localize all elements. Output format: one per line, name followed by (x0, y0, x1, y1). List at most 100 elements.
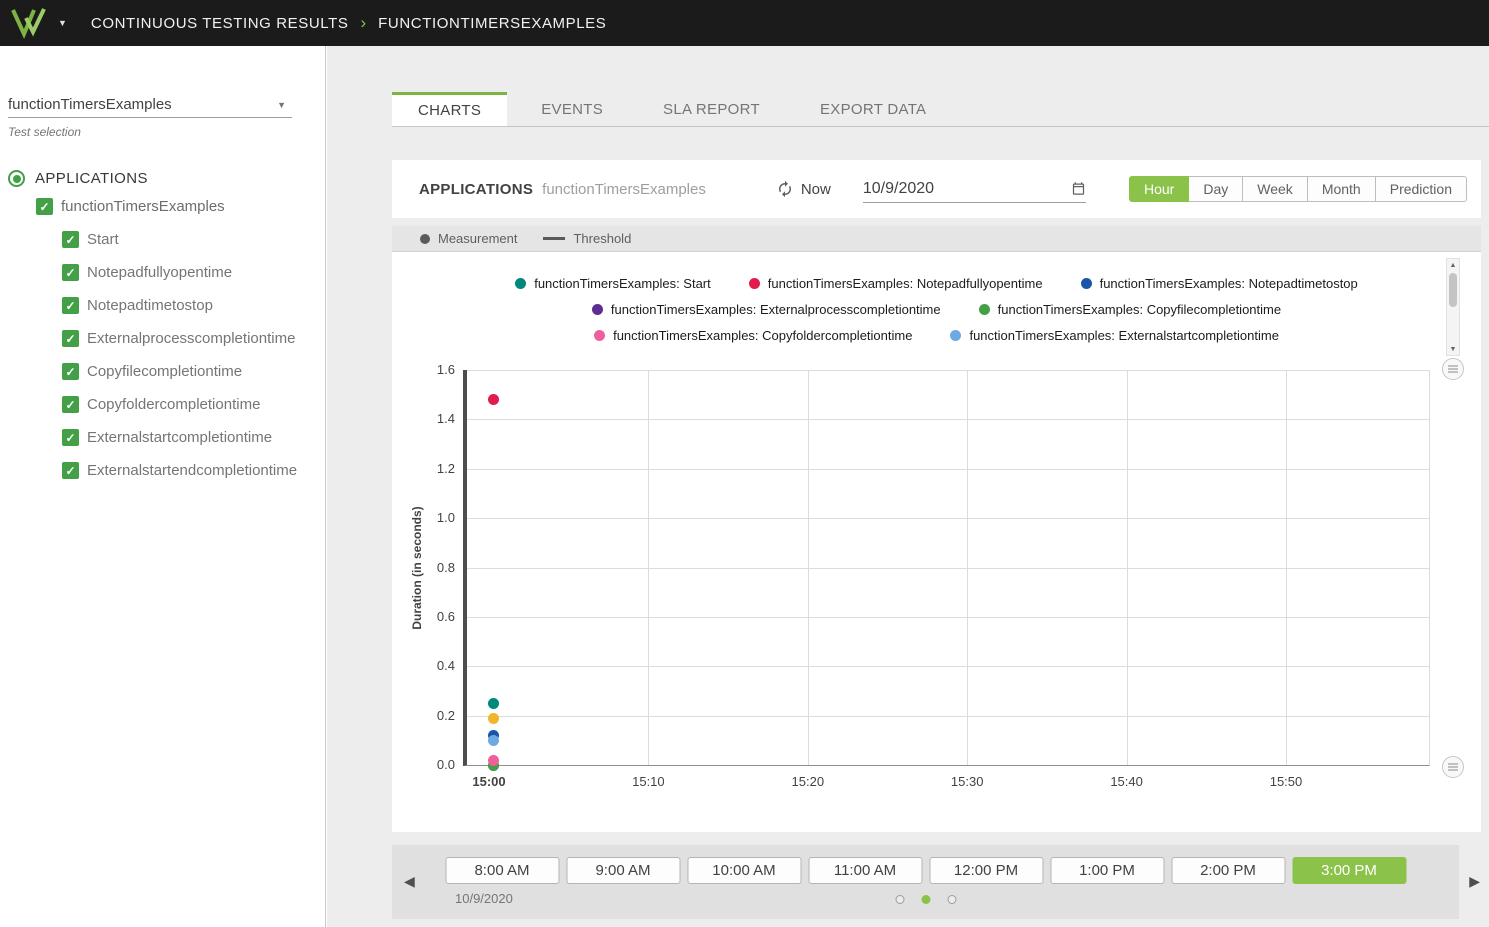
scroll-left-icon[interactable]: ◀ (404, 873, 415, 890)
x-tick-label: 15:20 (776, 774, 840, 789)
page-dot[interactable] (947, 895, 956, 904)
tree-item[interactable]: ✓ Externalstartendcompletiontime (0, 454, 325, 487)
legend-item-label: functionTimersExamples: Copyfilecompleti… (998, 302, 1281, 317)
legend-item[interactable]: functionTimersExamples: Copyfoldercomple… (594, 326, 912, 344)
date-input[interactable]: 10/9/2020 (863, 175, 1086, 203)
measurement-threshold-legend: Measurement Threshold (392, 226, 1481, 252)
tree-item[interactable]: ✓ Externalprocesscompletiontime (0, 322, 325, 355)
timeline-date-label: 10/9/2020 (455, 891, 513, 906)
tree-item-label: Notepadtimetostop (87, 297, 213, 314)
legend-item[interactable]: functionTimersExamples: Start (515, 274, 711, 292)
app-logo-icon[interactable] (10, 6, 50, 40)
tree-item[interactable]: ✓ Start (0, 223, 325, 256)
test-selection-dropdown[interactable]: functionTimersExamples ▼ (8, 96, 292, 118)
legend-item[interactable]: functionTimersExamples: Notepadtimetosto… (1081, 274, 1358, 292)
threshold-label: Threshold (573, 231, 631, 246)
legend-item[interactable]: functionTimersExamples: Externalprocessc… (592, 300, 941, 318)
chart-range-handle-bottom[interactable] (1442, 756, 1464, 778)
timeline-slot[interactable]: 2:00 PM (1171, 857, 1285, 884)
timeline-slot-group: 8:00 AM 9:00 AM 10:00 AM 11:00 AM 12:00 … (445, 857, 1406, 884)
data-point[interactable] (488, 698, 499, 709)
y-tick-label: 1.0 (411, 510, 455, 525)
tab-charts[interactable]: CHARTS (392, 92, 507, 126)
checkbox-checked-icon[interactable]: ✓ (62, 462, 79, 479)
range-button-month[interactable]: Month (1307, 176, 1376, 202)
checkbox-checked-icon[interactable]: ✓ (36, 198, 53, 215)
applications-label: APPLICATIONS (35, 170, 148, 187)
tab-export-data[interactable]: EXPORT DATA (794, 92, 952, 126)
tree-item-label: Start (87, 231, 119, 248)
gridline (967, 370, 968, 765)
gridline (467, 666, 1429, 667)
timeline-slot[interactable]: 10:00 AM (687, 857, 801, 884)
data-point[interactable] (488, 394, 499, 405)
tree-item[interactable]: ✓ Copyfilecompletiontime (0, 355, 325, 388)
data-point[interactable] (488, 755, 499, 766)
timeline-slot[interactable]: 1:00 PM (1050, 857, 1164, 884)
gridline (467, 370, 1429, 371)
tree-item-label: Copyfilecompletiontime (87, 363, 242, 380)
x-tick-label: 15:50 (1254, 774, 1318, 789)
tree-item-root[interactable]: ✓ functionTimersExamples (0, 190, 325, 223)
range-button-hour[interactable]: Hour (1129, 176, 1189, 202)
test-selection-caption: Test selection (8, 125, 81, 139)
legend-item[interactable]: functionTimersExamples: Externalstartcom… (950, 326, 1278, 344)
threshold-line-icon (543, 237, 565, 240)
scroll-down-icon[interactable]: ▼ (1450, 343, 1457, 355)
data-point[interactable] (488, 735, 499, 746)
breadcrumb-root[interactable]: CONTINUOUS TESTING RESULTS (91, 15, 349, 32)
panel-subtitle: functionTimersExamples (542, 181, 706, 198)
legend-item[interactable]: functionTimersExamples: Notepadfullyopen… (749, 274, 1043, 292)
legend-item[interactable]: functionTimersExamples: Copyfilecompleti… (979, 300, 1281, 318)
scroll-up-icon[interactable]: ▲ (1450, 259, 1457, 271)
legend-item-label: functionTimersExamples: Notepadfullyopen… (768, 276, 1043, 291)
tree-item[interactable]: ✓ Copyfoldercompletiontime (0, 388, 325, 421)
checkbox-checked-icon[interactable]: ✓ (62, 264, 79, 281)
checkbox-checked-icon[interactable]: ✓ (62, 330, 79, 347)
refresh-now-button[interactable]: Now (776, 180, 831, 198)
range-button-week[interactable]: Week (1242, 176, 1308, 202)
gridline (467, 419, 1429, 420)
checkbox-checked-icon[interactable]: ✓ (62, 363, 79, 380)
legend-scrollbar[interactable]: ▲ ▼ (1446, 258, 1460, 356)
checkbox-checked-icon[interactable]: ✓ (62, 396, 79, 413)
legend-scrollbar-track[interactable] (1447, 271, 1459, 343)
gridline (1127, 370, 1128, 765)
chart-legend: functionTimersExamples: Start functionTim… (497, 274, 1377, 344)
timeline-slot[interactable]: 9:00 AM (566, 857, 680, 884)
calendar-icon (1071, 181, 1086, 196)
applications-radio-row[interactable]: APPLICATIONS (8, 170, 148, 187)
checkbox-checked-icon[interactable]: ✓ (62, 429, 79, 446)
legend-dot-icon (749, 278, 760, 289)
checkbox-checked-icon[interactable]: ✓ (62, 231, 79, 248)
timeline-slot-active[interactable]: 3:00 PM (1292, 857, 1406, 884)
timeline-page-dots (895, 895, 956, 904)
range-button-day[interactable]: Day (1188, 176, 1243, 202)
tree-item[interactable]: ✓ Externalstartcompletiontime (0, 421, 325, 454)
timeline-slot[interactable]: 8:00 AM (445, 857, 559, 884)
tab-sla-report[interactable]: SLA REPORT (637, 92, 786, 126)
test-tree: ✓ functionTimersExamples ✓ Start ✓ Notep… (0, 190, 325, 487)
legend-item-label: functionTimersExamples: Copyfoldercomple… (613, 328, 912, 343)
legend-scrollbar-thumb[interactable] (1449, 273, 1457, 307)
panel-title: APPLICATIONS (419, 181, 533, 198)
y-tick-label: 1.4 (411, 411, 455, 426)
data-point[interactable] (488, 713, 499, 724)
tree-item[interactable]: ✓ Notepadtimetostop (0, 289, 325, 322)
refresh-icon (776, 180, 794, 198)
checkbox-checked-icon[interactable]: ✓ (62, 297, 79, 314)
chevron-down-icon[interactable]: ▼ (58, 18, 67, 28)
legend-dot-icon (592, 304, 603, 315)
gridline (648, 370, 649, 765)
page-dot-active[interactable] (921, 895, 930, 904)
timeline-slot[interactable]: 12:00 PM (929, 857, 1043, 884)
range-button-prediction[interactable]: Prediction (1375, 176, 1467, 202)
scroll-right-icon[interactable]: ▶ (1469, 873, 1480, 890)
tab-events[interactable]: EVENTS (515, 92, 629, 126)
timeline-slot[interactable]: 11:00 AM (808, 857, 922, 884)
gridline (467, 716, 1429, 717)
page-dot[interactable] (895, 895, 904, 904)
tree-item[interactable]: ✓ Notepadfullyopentime (0, 256, 325, 289)
chart-panel: functionTimersExamples: Start functionTim… (392, 252, 1481, 832)
chart-range-handle-top[interactable] (1442, 358, 1464, 380)
